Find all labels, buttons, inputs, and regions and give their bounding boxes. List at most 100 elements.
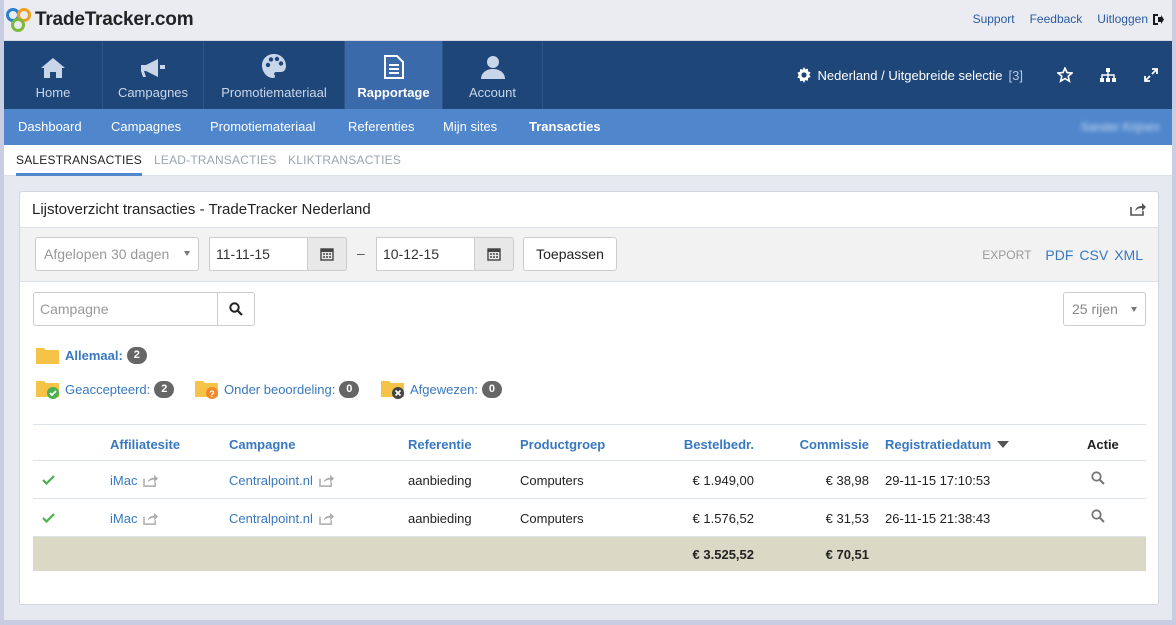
amount-cell: € 1.949,00 (692, 473, 754, 488)
gear-icon (796, 67, 811, 83)
status-pending[interactable]: ? Onder beoordeling: 0 (194, 378, 360, 400)
campaign-link[interactable]: Centralpoint.nl (229, 473, 313, 488)
folder-icon (36, 348, 59, 364)
date-cell: 29-11-15 17:10:53 (885, 473, 991, 488)
subnav-transacties[interactable]: Transacties (529, 119, 601, 134)
tab-kliktransacties[interactable]: KLIKTRANSACTIES (288, 153, 401, 167)
nav-tab-label: Promotiemateriaal (221, 85, 327, 100)
date-to-input[interactable]: 10-12-15 (376, 237, 474, 271)
search-input[interactable]: Campagne (33, 292, 217, 326)
share-button[interactable] (1130, 202, 1146, 219)
export-csv-link[interactable]: CSV (1079, 247, 1108, 263)
logout-icon[interactable] (1152, 13, 1164, 26)
user-icon (480, 56, 505, 79)
nav-tab-label: Account (469, 85, 516, 100)
nav-tab-promotiemateriaal[interactable]: Promotiemateriaal (204, 41, 345, 109)
rows-select[interactable]: 25 rijen (1063, 292, 1146, 326)
commission-cell: € 38,98 (825, 473, 869, 488)
logo-text: TradeTracker.com (35, 9, 194, 30)
site-link[interactable]: iMac (110, 511, 137, 526)
nav-tab-campagnes[interactable]: Campagnes (103, 41, 204, 109)
productgroup-cell: Computers (520, 473, 584, 488)
apply-button[interactable]: Toepassen (523, 237, 617, 271)
nav-right: Nederland / Uitgebreide selectie [3] (796, 41, 1172, 109)
chevron-down-icon (1131, 307, 1137, 312)
svg-text:?: ? (209, 389, 215, 399)
tab-salestransacties[interactable]: SALESTRANSACTIES (16, 153, 142, 176)
logout-link[interactable]: Uitloggen (1097, 12, 1148, 26)
export-links: EXPORT PDF CSV XML (982, 247, 1143, 263)
app-frame: TradeTracker.com Support Feedback Uitlog… (0, 0, 1176, 625)
export-label: EXPORT (982, 248, 1032, 262)
fullscreen-button[interactable] (1129, 68, 1172, 82)
top-links: Support Feedback Uitloggen (973, 12, 1164, 26)
feedback-link[interactable]: Feedback (1030, 12, 1083, 26)
status-rejected[interactable]: Afgewezen: 0 (380, 378, 502, 400)
date-separator: – (357, 245, 365, 261)
export-pdf-link[interactable]: PDF (1045, 247, 1073, 263)
status-pending-label: Onder beoordeling: (224, 381, 336, 397)
tab-lead-transacties[interactable]: LEAD-TRANSACTIES (154, 153, 277, 167)
reference-cell: aanbieding (408, 473, 472, 488)
transaction-tabs: SALESTRANSACTIES LEAD-TRANSACTIES KLIKTR… (4, 145, 1172, 176)
favorite-button[interactable] (1043, 67, 1086, 83)
magnifier-icon[interactable] (1091, 471, 1105, 485)
status-rejected-label: Afgewezen: (410, 381, 478, 397)
subnav-campagnes[interactable]: Campagnes (111, 119, 181, 134)
status-all-count: 2 (126, 346, 147, 364)
column-actie: Actie (1087, 437, 1119, 452)
export-xml-link[interactable]: XML (1114, 247, 1143, 263)
main-nav: Home Campagnes Promotiemateriaal Rapport… (4, 41, 1172, 109)
column-bestelbedrag[interactable]: Bestelbedr. (684, 437, 754, 452)
magnifier-icon[interactable] (1091, 509, 1105, 523)
table-row: iMac Centralpoint.nl aanbieding Computer… (33, 461, 1146, 499)
transactions-panel: Lijstoverzicht transacties - TradeTracke… (19, 191, 1159, 605)
site-link[interactable]: iMac (110, 473, 137, 488)
selection-picker[interactable]: Nederland / Uitgebreide selectie [3] (796, 67, 1023, 83)
subnav-dashboard[interactable]: Dashboard (18, 119, 82, 134)
date-to-picker: 10-12-15 (376, 237, 514, 271)
external-link-icon[interactable] (143, 474, 159, 487)
status-all-label: Allemaal: (65, 347, 123, 363)
status-accepted[interactable]: Geaccepteerd: 2 (35, 378, 175, 400)
username[interactable]: Sander Krijnen (1081, 120, 1160, 134)
subnav-mijn-sites[interactable]: Mijn sites (443, 119, 497, 134)
support-link[interactable]: Support (973, 12, 1015, 26)
nav-tab-home[interactable]: Home (4, 41, 103, 109)
external-link-icon[interactable] (319, 474, 334, 487)
calendar-button[interactable] (307, 237, 347, 271)
external-link-icon[interactable] (143, 512, 159, 525)
column-campagne[interactable]: Campagne (229, 437, 295, 452)
subnav-referenties[interactable]: Referenties (348, 119, 414, 134)
column-commissie[interactable]: Commissie (800, 437, 869, 452)
external-link-icon[interactable] (319, 512, 334, 525)
logo[interactable]: TradeTracker.com (5, 7, 194, 33)
period-select[interactable]: Afgelopen 30 dagen (35, 237, 199, 271)
date-cell: 26-11-15 21:38:43 (885, 511, 991, 526)
calendar-icon (487, 248, 501, 261)
column-referentie[interactable]: Referentie (408, 437, 472, 452)
site-cell: iMac (110, 473, 159, 488)
calendar-icon (320, 248, 334, 261)
status-all[interactable]: Allemaal: 2 (35, 345, 147, 365)
campaign-search: Campagne (33, 292, 255, 326)
date-from-input[interactable]: 11-11-15 (209, 237, 307, 271)
nav-tab-rapportage[interactable]: Rapportage (345, 41, 443, 109)
site-cell: iMac (110, 511, 159, 526)
column-affiliatesite[interactable]: Affiliatesite (110, 437, 180, 452)
column-registratiedatum-label: Registratiedatum (885, 437, 992, 452)
star-icon (1056, 67, 1073, 83)
calendar-button[interactable] (474, 237, 514, 271)
nav-tab-account[interactable]: Account (443, 41, 543, 109)
campaign-link[interactable]: Centralpoint.nl (229, 511, 313, 526)
column-registratiedatum[interactable]: Registratiedatum (885, 437, 1010, 452)
megaphone-icon (141, 59, 165, 77)
column-productgroep[interactable]: Productgroep (520, 437, 605, 452)
document-icon (383, 55, 404, 79)
sub-nav: Dashboard Campagnes Promotiemateriaal Re… (4, 109, 1172, 145)
period-value: Afgelopen 30 dagen (44, 246, 170, 262)
table-row: iMac Centralpoint.nl aanbieding Computer… (33, 499, 1146, 537)
sitemap-button[interactable] (1086, 68, 1129, 82)
subnav-promotiemateriaal[interactable]: Promotiemateriaal (210, 119, 316, 134)
search-button[interactable] (217, 292, 255, 326)
